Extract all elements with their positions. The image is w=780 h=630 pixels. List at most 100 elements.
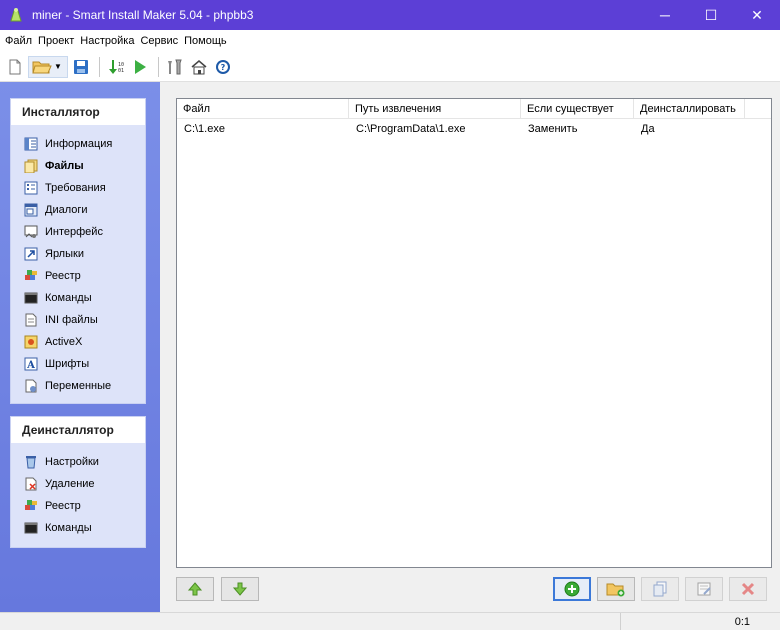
sidebar: Инсталлятор Информация Файлы Требования …: [0, 82, 160, 612]
commands-icon: [24, 291, 38, 305]
main-area: Файл Путь извлечения Если существует Деи…: [160, 82, 780, 612]
sidebar-item-info[interactable]: Информация: [11, 133, 145, 155]
toolbar: ▼ 10 01 ?: [0, 52, 780, 82]
uninstaller-panel-header: Деинсталлятор: [11, 417, 145, 443]
sidebar-item-activex[interactable]: ActiveX: [11, 331, 145, 353]
sidebar-item-label: Команды: [45, 522, 92, 534]
sidebar-item-variables[interactable]: Переменные: [11, 375, 145, 397]
sidebar-item-label: Интерфейс: [45, 226, 103, 238]
sidebar-item-label: Диалоги: [45, 204, 88, 216]
activex-icon: [24, 335, 38, 349]
sidebar-item-label: Настройки: [45, 456, 99, 468]
copy-button[interactable]: [641, 577, 679, 601]
sidebar-item-label: ActiveX: [45, 336, 83, 348]
files-list[interactable]: Файл Путь извлечения Если существует Деи…: [176, 98, 772, 568]
files-icon: [24, 159, 38, 173]
sidebar-item-requirements[interactable]: Требования: [11, 177, 145, 199]
requirements-icon: [24, 181, 38, 195]
open-folder-dropdown[interactable]: ▼: [28, 55, 68, 78]
home-button[interactable]: [188, 56, 210, 78]
sidebar-item-uninstall-delete[interactable]: Удаление: [11, 473, 145, 495]
save-button[interactable]: [70, 56, 92, 78]
delete-icon: [24, 477, 38, 491]
copy-icon: [653, 581, 667, 597]
installer-panel: Инсталлятор Информация Файлы Требования …: [10, 98, 146, 404]
sidebar-item-shortcuts[interactable]: Ярлыки: [11, 243, 145, 265]
remove-button[interactable]: [729, 577, 767, 601]
sidebar-item-uninstall-commands[interactable]: Команды: [11, 517, 145, 539]
move-up-button[interactable]: [176, 577, 214, 601]
shortcuts-icon: [24, 247, 38, 261]
column-header-extract-path[interactable]: Путь извлечения: [349, 99, 521, 119]
svg-text:01: 01: [118, 68, 124, 74]
dialogs-icon: [24, 203, 38, 217]
help-button[interactable]: ?: [212, 56, 234, 78]
sidebar-item-ini-files[interactable]: INI файлы: [11, 309, 145, 331]
tools-button[interactable]: [164, 56, 186, 78]
add-file-icon: [564, 581, 580, 597]
fonts-icon: A: [24, 357, 38, 371]
commands-icon: [24, 521, 38, 535]
menu-project[interactable]: Проект: [35, 35, 77, 47]
sidebar-item-commands[interactable]: Команды: [11, 287, 145, 309]
home-icon: [191, 59, 207, 74]
maximize-button[interactable]: ☐: [688, 0, 734, 30]
menu-file[interactable]: Файл: [2, 35, 35, 47]
info-icon: [24, 137, 38, 151]
column-header-uninstall[interactable]: Деинсталлировать: [634, 99, 745, 119]
menu-help[interactable]: Помощь: [181, 35, 230, 47]
cell-uninstall: Да: [641, 123, 655, 135]
save-icon: [74, 59, 88, 74]
variables-icon: [24, 379, 38, 393]
toolbar-separator: [158, 56, 159, 77]
close-button[interactable]: ✕: [734, 0, 780, 30]
menu-settings[interactable]: Настройка: [77, 35, 137, 47]
svg-text:?: ?: [221, 63, 226, 72]
run-icon: [135, 59, 146, 74]
menu-service[interactable]: Сервис: [137, 35, 181, 47]
svg-text:A: A: [26, 360, 35, 371]
cell-if-exists: Заменить: [528, 123, 578, 135]
status-bar: 0:1: [0, 612, 780, 630]
add-folder-button[interactable]: [597, 577, 635, 601]
sidebar-item-uninstall-registry[interactable]: Реестр: [11, 495, 145, 517]
sidebar-item-label: Файлы: [45, 160, 84, 172]
column-header-file[interactable]: Файл: [177, 99, 349, 119]
title-bar: miner - Smart Install Maker 5.04 - phpbb…: [0, 0, 780, 30]
sidebar-item-interface[interactable]: Интерфейс: [11, 221, 145, 243]
sidebar-item-dialogs[interactable]: Диалоги: [11, 199, 145, 221]
close-icon: ✕: [751, 6, 763, 23]
move-down-icon: [232, 582, 248, 596]
open-folder-icon: [32, 61, 52, 73]
help-icon: ?: [216, 59, 230, 74]
sidebar-item-uninstall-settings[interactable]: Настройки: [11, 451, 145, 473]
cell-file: C:\1.exe: [184, 123, 225, 135]
run-button[interactable]: [129, 56, 151, 78]
minimize-button[interactable]: ─: [642, 0, 688, 30]
remove-icon: [741, 582, 755, 596]
interface-icon: [24, 225, 38, 239]
sidebar-item-label: Переменные: [45, 380, 112, 392]
new-file-button[interactable]: [4, 56, 26, 78]
edit-button[interactable]: [685, 577, 723, 601]
sidebar-item-files[interactable]: Файлы: [11, 155, 145, 177]
maximize-icon: ☐: [704, 6, 718, 23]
table-row[interactable]: C:\1.exe C:\ProgramData\1.exe Заменить Д…: [177, 119, 771, 139]
new-file-icon: [9, 59, 21, 74]
ini-files-icon: [24, 313, 38, 327]
sidebar-item-fonts[interactable]: A Шрифты: [11, 353, 145, 375]
registry-icon: [24, 269, 38, 283]
move-down-button[interactable]: [221, 577, 259, 601]
build-button[interactable]: 10 01: [105, 56, 127, 78]
sidebar-item-label: Ярлыки: [45, 248, 84, 260]
window-title: miner - Smart Install Maker 5.04 - phpbb…: [32, 8, 254, 22]
sidebar-item-registry[interactable]: Реестр: [11, 265, 145, 287]
column-header-if-exists[interactable]: Если существует: [521, 99, 634, 119]
sidebar-item-label: Информация: [45, 138, 113, 150]
add-file-button[interactable]: [553, 577, 591, 601]
cursor-position: 0:1: [620, 613, 780, 630]
build-icon: 1001: [109, 59, 124, 74]
sidebar-item-label: Команды: [45, 292, 92, 304]
add-folder-icon: [606, 583, 625, 597]
tools-icon: [168, 59, 182, 74]
